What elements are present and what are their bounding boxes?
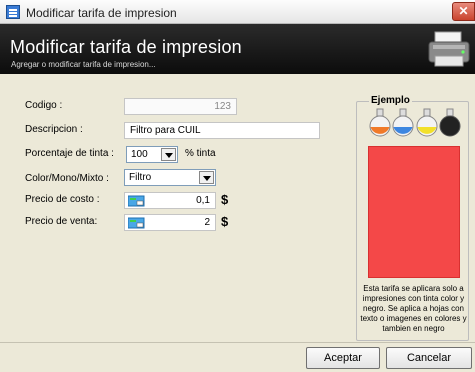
codigo-field[interactable]: 123: [124, 98, 237, 115]
header-subtitle: Agregar o modificar tarifa de impresion.…: [11, 60, 156, 69]
porcentaje-label: Porcentaje de tinta :: [25, 148, 114, 159]
example-legend: Ejemplo: [369, 95, 412, 106]
example-description: Esta tarifa se aplicara solo a impresion…: [360, 284, 467, 333]
color-value: Filtro: [129, 172, 152, 183]
printer-icon: [428, 31, 470, 67]
venta-field[interactable]: 2: [124, 214, 216, 231]
example-group: Ejemplo Esta tarifa se aplicara solo a i…: [356, 95, 469, 341]
color-swatch: [368, 146, 460, 278]
header-title: Modificar tarifa de impresion: [10, 37, 242, 57]
costo-value: 0,1: [196, 195, 210, 206]
dialog-header: Modificar tarifa de impresion Agregar o …: [0, 24, 475, 74]
chevron-down-icon[interactable]: [199, 171, 214, 184]
calculator-icon[interactable]: [128, 195, 146, 207]
color-select[interactable]: Filtro: [124, 169, 216, 186]
window-title: Modificar tarifa de impresion: [26, 6, 177, 20]
close-button[interactable]: ✕: [452, 2, 475, 21]
calculator-icon[interactable]: [128, 217, 146, 229]
costo-label: Precio de costo :: [25, 194, 100, 205]
yellow-flask-icon: [416, 108, 438, 137]
costo-currency: $: [221, 192, 229, 207]
app-icon: [6, 5, 20, 19]
chevron-down-icon[interactable]: [161, 148, 176, 161]
codigo-label: Codigo :: [25, 100, 63, 111]
blue-flask-icon: [392, 108, 414, 137]
cancel-button[interactable]: Cancelar: [386, 347, 472, 369]
porcentaje-select[interactable]: 100: [126, 146, 178, 163]
porcentaje-value: 100: [131, 149, 148, 160]
descripcion-label: Descripcion :: [25, 124, 83, 135]
red-flask-icon: [369, 108, 391, 137]
porcentaje-unit: % tinta: [185, 148, 216, 159]
ink-flasks-icon: [369, 108, 461, 137]
accept-button[interactable]: Aceptar: [306, 347, 380, 369]
black-flask-icon: [439, 108, 461, 137]
window-titlebar: Modificar tarifa de impresion ✕: [0, 0, 475, 24]
venta-label: Precio de venta:: [25, 216, 98, 227]
venta-currency: $: [221, 214, 229, 229]
color-label: Color/Mono/Mixto :: [25, 173, 109, 184]
descripcion-field[interactable]: Filtro para CUIL: [124, 122, 320, 139]
footer-divider: [0, 342, 475, 343]
venta-value: 2: [204, 217, 210, 228]
costo-field[interactable]: 0,1: [124, 192, 216, 209]
